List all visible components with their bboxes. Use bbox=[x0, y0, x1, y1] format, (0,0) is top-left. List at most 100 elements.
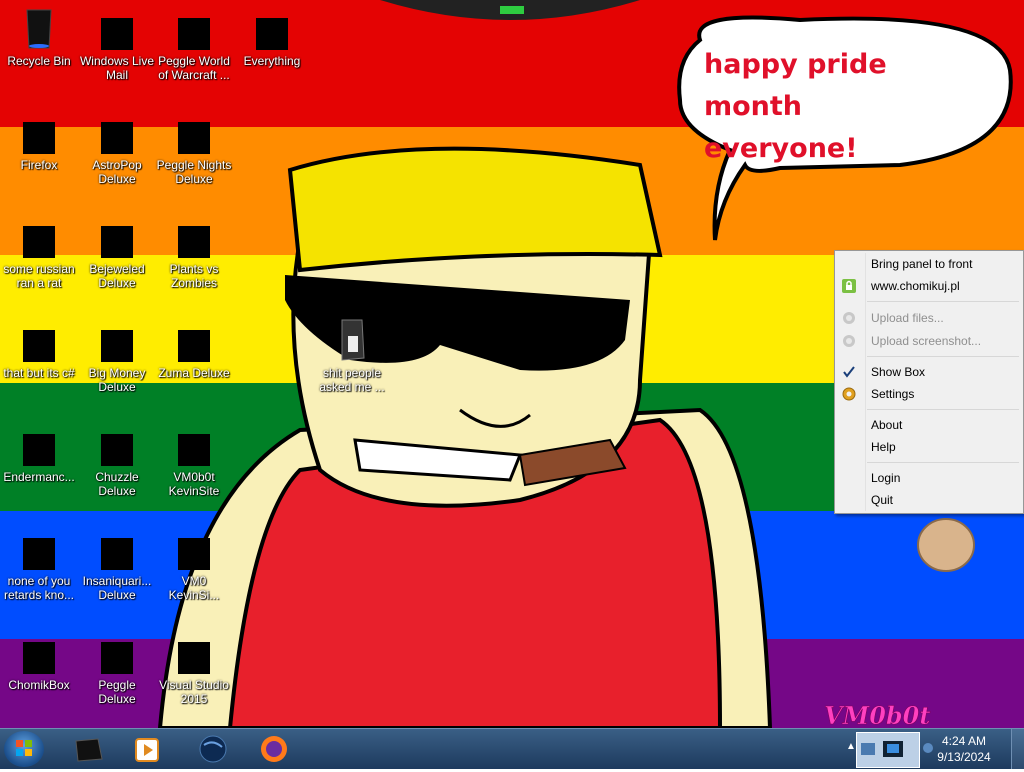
gear-icon bbox=[841, 386, 857, 402]
tray-overflow-chevron-icon[interactable]: ▲ bbox=[846, 741, 856, 752]
desktop-icon-chomikbox[interactable]: ChomikBox bbox=[1, 630, 77, 692]
firefox-icon bbox=[261, 736, 287, 762]
icon-label: Peggle World of Warcraft ... bbox=[158, 54, 230, 82]
desktop-icon-plants-vs-zombies[interactable]: Plants vs Zombies bbox=[156, 214, 232, 290]
site-icon bbox=[170, 422, 218, 466]
redaction-box bbox=[178, 226, 210, 258]
taskbar-explorer-button[interactable] bbox=[62, 731, 116, 767]
redaction-box bbox=[23, 226, 55, 258]
menu-item-settings[interactable]: Settings bbox=[835, 383, 1023, 405]
menu-item-label: Help bbox=[871, 440, 896, 454]
desktop-icon-peggle-nights[interactable]: Peggle Nights Deluxe bbox=[156, 110, 232, 186]
icon-label: none of you retards kno... bbox=[3, 574, 75, 602]
desktop-icon-russian-rat[interactable]: some russian ran a rat bbox=[1, 214, 77, 290]
redaction-box bbox=[101, 18, 133, 50]
desktop-icon-folder-people-asked[interactable]: shit people asked me ... bbox=[314, 318, 390, 394]
taskbar-globe-button[interactable] bbox=[186, 731, 240, 767]
desktop-icon-windows-live-mail[interactable]: Windows Live Mail bbox=[79, 6, 155, 82]
menu-item-chomikuj-website[interactable]: www.chomikuj.pl bbox=[835, 275, 1023, 297]
desktop-icon-recycle-bin[interactable]: Recycle Bin bbox=[1, 6, 77, 68]
icon-label: Plants vs Zombies bbox=[169, 262, 219, 290]
explorer-icon bbox=[75, 738, 103, 762]
menu-item-about[interactable]: About bbox=[835, 414, 1023, 436]
redaction-box bbox=[178, 18, 210, 50]
redaction-box bbox=[178, 642, 210, 674]
desktop-icon-endermanc[interactable]: Endermanc... bbox=[1, 422, 77, 484]
desktop-icon-big-money[interactable]: Big Money Deluxe bbox=[79, 318, 155, 394]
desktop-icon-everything[interactable]: Everything bbox=[234, 6, 310, 68]
desktop-icon-chuzzle[interactable]: Chuzzle Deluxe bbox=[79, 422, 155, 498]
desktop-icon-vm0-kevinsite[interactable]: VM0 KevinSi... bbox=[156, 526, 232, 602]
desktop-icon-kevinsite[interactable]: VM0b0t KevinSite bbox=[156, 422, 232, 498]
redaction-box bbox=[23, 538, 55, 570]
gem-icon bbox=[93, 214, 141, 258]
menu-item-help[interactable]: Help bbox=[835, 436, 1023, 458]
fish-icon bbox=[93, 526, 141, 570]
windows-logo-icon bbox=[16, 740, 32, 756]
menu-item-show-box[interactable]: Show Box bbox=[835, 361, 1023, 383]
menu-item-label: Show Box bbox=[871, 365, 926, 379]
taskbar-clock[interactable]: 4:24 AM 9/13/2024 bbox=[924, 733, 1004, 765]
icon-label: VM0 KevinSi... bbox=[168, 574, 220, 602]
menu-item-quit[interactable]: Quit bbox=[835, 489, 1023, 511]
menu-separator bbox=[867, 301, 1019, 302]
desktop-icon-astropop[interactable]: AstroPop Deluxe bbox=[79, 110, 155, 186]
redaction-box bbox=[101, 538, 133, 570]
redaction-box bbox=[101, 330, 133, 362]
icon-label: Windows Live Mail bbox=[79, 54, 155, 82]
menu-item-label: Settings bbox=[871, 387, 915, 401]
taskbar-media-player-button[interactable] bbox=[120, 731, 174, 767]
icon-label: Peggle Nights Deluxe bbox=[156, 158, 232, 186]
redaction-box bbox=[178, 122, 210, 154]
game-icon bbox=[93, 110, 141, 154]
redaction-box bbox=[101, 642, 133, 674]
menu-item-bring-panel-to-front[interactable]: Bring panel to front bbox=[835, 253, 1023, 275]
desktop-icon-that-but-csharp[interactable]: that but its c# bbox=[1, 318, 77, 380]
tray-chomikbox-highlight[interactable] bbox=[856, 732, 920, 768]
peggle-icon bbox=[93, 630, 141, 674]
icon-label: Bejeweled Deluxe bbox=[89, 262, 145, 290]
redaction-box bbox=[23, 330, 55, 362]
icon-label: Everything bbox=[243, 54, 301, 68]
upload-icon bbox=[841, 310, 857, 326]
menu-item-label: Quit bbox=[871, 493, 894, 507]
redaction-box bbox=[101, 226, 133, 258]
icon-label: AstroPop Deluxe bbox=[92, 158, 142, 186]
menu-item-label: About bbox=[871, 418, 903, 432]
menu-item-upload-files[interactable]: Upload files... bbox=[835, 307, 1023, 329]
redaction-box bbox=[178, 538, 210, 570]
mail-icon bbox=[93, 6, 141, 50]
show-desktop-button[interactable] bbox=[1011, 729, 1024, 769]
redaction-box bbox=[256, 18, 288, 50]
zuma-icon bbox=[170, 318, 218, 362]
desktop-icon-bejeweled[interactable]: Bejeweled Deluxe bbox=[79, 214, 155, 290]
desktop-icon-none-of-you[interactable]: none of you retards kno... bbox=[1, 526, 77, 602]
signature-text: VM0b0t bbox=[824, 701, 930, 728]
speech-bubble-line-1: happy pride month bbox=[704, 49, 887, 122]
plant-icon bbox=[170, 214, 218, 258]
icon-label: VM0b0t KevinSite bbox=[168, 470, 220, 498]
money-bag-icon bbox=[93, 318, 141, 362]
taskbar-firefox-button[interactable] bbox=[247, 731, 301, 767]
redaction-box bbox=[101, 434, 133, 466]
icon-label: that but its c# bbox=[3, 366, 75, 380]
menu-item-upload-screenshot[interactable]: Upload screenshot... bbox=[835, 330, 1023, 352]
firefox-icon bbox=[15, 110, 63, 154]
menu-item-login[interactable]: Login bbox=[835, 467, 1023, 489]
menu-item-label: www.chomikuj.pl bbox=[871, 279, 960, 293]
desktop-icon-insaniquarium[interactable]: Insaniquari... Deluxe bbox=[79, 526, 155, 602]
desktop-icon-firefox[interactable]: Firefox bbox=[1, 110, 77, 172]
checkmark-icon bbox=[841, 364, 857, 380]
icon-label: Peggle Deluxe bbox=[98, 678, 136, 706]
desktop-icon-visual-studio[interactable]: Visual Studio 2015 bbox=[156, 630, 232, 706]
media-player-icon bbox=[135, 738, 159, 762]
desktop-icon-peggle-deluxe[interactable]: Peggle Deluxe bbox=[79, 630, 155, 706]
desktop-icon-zuma[interactable]: Zuma Deluxe bbox=[156, 318, 232, 380]
desktop-icon-peggle-wow[interactable]: Peggle World of Warcraft ... bbox=[156, 6, 232, 82]
desktop[interactable]: happy pride month everyone! Recycle Bin … bbox=[0, 0, 1024, 728]
icon-label: Endermanc... bbox=[3, 470, 75, 484]
start-button[interactable] bbox=[4, 731, 44, 767]
file-icon bbox=[170, 526, 218, 570]
icon-label: some russian ran a rat bbox=[3, 262, 75, 290]
globe-icon bbox=[199, 735, 227, 763]
